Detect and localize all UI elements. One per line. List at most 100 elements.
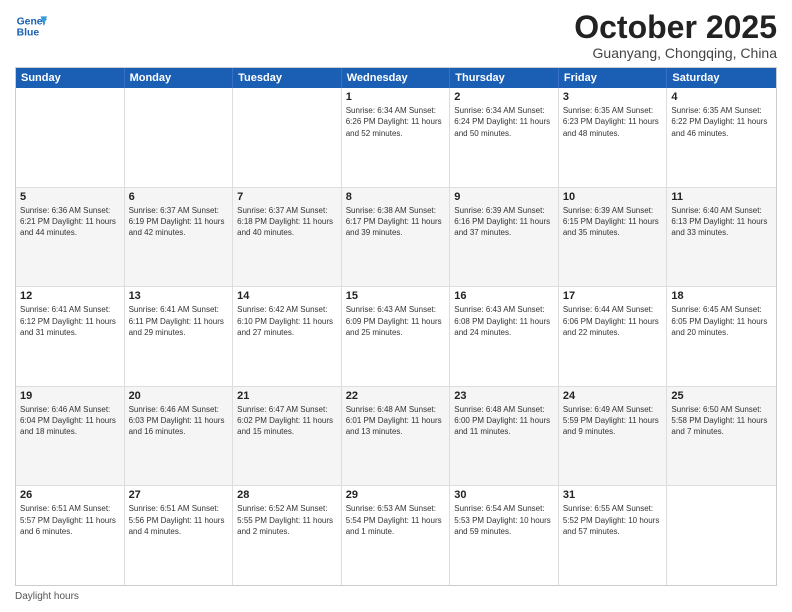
calendar-header-cell: Tuesday — [233, 68, 342, 88]
calendar-cell: 17 Sunrise: 6:44 AM Sunset: 6:06 PM Dayli… — [559, 287, 668, 386]
calendar-cell: 24 Sunrise: 6:49 AM Sunset: 5:59 PM Dayli… — [559, 387, 668, 486]
cell-info: Sunrise: 6:50 AM Sunset: 5:58 PM Dayligh… — [671, 404, 772, 438]
day-number: 17 — [563, 290, 663, 302]
calendar-cell: 12 Sunrise: 6:41 AM Sunset: 6:12 PM Dayli… — [16, 287, 125, 386]
day-number: 6 — [129, 191, 229, 203]
day-number: 14 — [237, 290, 337, 302]
calendar-cell: 20Sunrise: 6:46 AM Sunset: 6:03 PM Dayli… — [125, 387, 234, 486]
cell-info: Sunrise: 6:51 AM Sunset: 5:57 PM Dayligh… — [20, 503, 120, 537]
calendar-cell: 5 Sunrise: 6:36 AM Sunset: 6:21 PM Daylig… — [16, 188, 125, 287]
calendar-cell — [233, 88, 342, 187]
calendar-header-cell: Friday — [559, 68, 668, 88]
calendar-header-row: SundayMondayTuesdayWednesdayThursdayFrid… — [16, 68, 776, 88]
cell-info: Sunrise: 6:35 AM Sunset: 6:23 PM Dayligh… — [563, 105, 663, 139]
day-number: 23 — [454, 390, 554, 402]
calendar-header-cell: Thursday — [450, 68, 559, 88]
calendar-cell: 26 Sunrise: 6:51 AM Sunset: 5:57 PM Dayli… — [16, 486, 125, 585]
calendar-cell: 15 Sunrise: 6:43 AM Sunset: 6:09 PM Dayli… — [342, 287, 451, 386]
calendar-row: 12 Sunrise: 6:41 AM Sunset: 6:12 PM Dayli… — [16, 287, 776, 387]
calendar-row: 26 Sunrise: 6:51 AM Sunset: 5:57 PM Dayli… — [16, 486, 776, 585]
calendar-cell: 27 Sunrise: 6:51 AM Sunset: 5:56 PM Dayli… — [125, 486, 234, 585]
day-number: 25 — [671, 390, 772, 402]
day-number: 22 — [346, 390, 446, 402]
cell-info: Sunrise: 6:34 AM Sunset: 6:24 PM Dayligh… — [454, 105, 554, 139]
calendar-cell: 25 Sunrise: 6:50 AM Sunset: 5:58 PM Dayli… — [667, 387, 776, 486]
day-number: 29 — [346, 489, 446, 501]
day-number: 16 — [454, 290, 554, 302]
cell-info: Sunrise: 6:48 AM Sunset: 6:00 PM Dayligh… — [454, 404, 554, 438]
day-number: 27 — [129, 489, 229, 501]
cell-info: Sunrise: 6:49 AM Sunset: 5:59 PM Dayligh… — [563, 404, 663, 438]
cell-info: Sunrise: 6:39 AM Sunset: 6:15 PM Dayligh… — [563, 205, 663, 239]
footer-label: Daylight hours — [15, 591, 79, 602]
cell-info: Sunrise: 6:52 AM Sunset: 5:55 PM Dayligh… — [237, 503, 337, 537]
calendar-cell: 18Sunrise: 6:45 AM Sunset: 6:05 PM Dayli… — [667, 287, 776, 386]
footer: Daylight hours — [15, 591, 777, 602]
day-number: 26 — [20, 489, 120, 501]
header: General Blue October 2025 Guanyang, Chon… — [15, 10, 777, 61]
calendar-cell: 29 Sunrise: 6:53 AM Sunset: 5:54 PM Dayli… — [342, 486, 451, 585]
calendar-cell: 4 Sunrise: 6:35 AM Sunset: 6:22 PM Daylig… — [667, 88, 776, 187]
svg-text:Blue: Blue — [17, 28, 40, 39]
calendar-cell: 11 Sunrise: 6:40 AM Sunset: 6:13 PM Dayli… — [667, 188, 776, 287]
cell-info: Sunrise: 6:40 AM Sunset: 6:13 PM Dayligh… — [671, 205, 772, 239]
cell-info: Sunrise: 6:44 AM Sunset: 6:06 PM Dayligh… — [563, 304, 663, 338]
cell-info: Sunrise: 6:42 AM Sunset: 6:10 PM Dayligh… — [237, 304, 337, 338]
title-block: October 2025 Guanyang, Chongqing, China — [574, 10, 777, 61]
cell-info: Sunrise: 6:38 AM Sunset: 6:17 PM Dayligh… — [346, 205, 446, 239]
subtitle: Guanyang, Chongqing, China — [574, 45, 777, 61]
calendar-cell: 22 Sunrise: 6:48 AM Sunset: 6:01 PM Dayli… — [342, 387, 451, 486]
calendar-cell — [667, 486, 776, 585]
calendar-cell: 9Sunrise: 6:39 AM Sunset: 6:16 PM Daylig… — [450, 188, 559, 287]
day-number: 28 — [237, 489, 337, 501]
calendar-cell: 6 Sunrise: 6:37 AM Sunset: 6:19 PM Daylig… — [125, 188, 234, 287]
day-number: 5 — [20, 191, 120, 203]
calendar-cell — [125, 88, 234, 187]
cell-info: Sunrise: 6:45 AM Sunset: 6:05 PM Dayligh… — [671, 304, 772, 338]
calendar-cell: 1Sunrise: 6:34 AM Sunset: 6:26 PM Daylig… — [342, 88, 451, 187]
day-number: 24 — [563, 390, 663, 402]
cell-info: Sunrise: 6:43 AM Sunset: 6:08 PM Dayligh… — [454, 304, 554, 338]
cell-info: Sunrise: 6:37 AM Sunset: 6:19 PM Dayligh… — [129, 205, 229, 239]
calendar-cell: 13 Sunrise: 6:41 AM Sunset: 6:11 PM Dayli… — [125, 287, 234, 386]
day-number: 2 — [454, 91, 554, 103]
calendar-body: 1Sunrise: 6:34 AM Sunset: 6:26 PM Daylig… — [16, 88, 776, 585]
day-number: 4 — [671, 91, 772, 103]
calendar-cell — [16, 88, 125, 187]
cell-info: Sunrise: 6:43 AM Sunset: 6:09 PM Dayligh… — [346, 304, 446, 338]
calendar-cell: 21Sunrise: 6:47 AM Sunset: 6:02 PM Dayli… — [233, 387, 342, 486]
cell-info: Sunrise: 6:53 AM Sunset: 5:54 PM Dayligh… — [346, 503, 446, 537]
cell-info: Sunrise: 6:35 AM Sunset: 6:22 PM Dayligh… — [671, 105, 772, 139]
cell-info: Sunrise: 6:46 AM Sunset: 6:04 PM Dayligh… — [20, 404, 120, 438]
day-number: 11 — [671, 191, 772, 203]
calendar-cell: 19Sunrise: 6:46 AM Sunset: 6:04 PM Dayli… — [16, 387, 125, 486]
cell-info: Sunrise: 6:51 AM Sunset: 5:56 PM Dayligh… — [129, 503, 229, 537]
calendar-header-cell: Saturday — [667, 68, 776, 88]
cell-info: Sunrise: 6:41 AM Sunset: 6:11 PM Dayligh… — [129, 304, 229, 338]
cell-info: Sunrise: 6:37 AM Sunset: 6:18 PM Dayligh… — [237, 205, 337, 239]
day-number: 15 — [346, 290, 446, 302]
day-number: 10 — [563, 191, 663, 203]
calendar-row: 1Sunrise: 6:34 AM Sunset: 6:26 PM Daylig… — [16, 88, 776, 188]
main-title: October 2025 — [574, 10, 777, 45]
day-number: 1 — [346, 91, 446, 103]
cell-info: Sunrise: 6:41 AM Sunset: 6:12 PM Dayligh… — [20, 304, 120, 338]
logo-icon: General Blue — [15, 10, 47, 42]
day-number: 12 — [20, 290, 120, 302]
cell-info: Sunrise: 6:39 AM Sunset: 6:16 PM Dayligh… — [454, 205, 554, 239]
day-number: 30 — [454, 489, 554, 501]
day-number: 13 — [129, 290, 229, 302]
calendar-row: 5 Sunrise: 6:36 AM Sunset: 6:21 PM Daylig… — [16, 188, 776, 288]
calendar-cell: 31 Sunrise: 6:55 AM Sunset: 5:52 PM Dayli… — [559, 486, 668, 585]
day-number: 7 — [237, 191, 337, 203]
day-number: 31 — [563, 489, 663, 501]
day-number: 20 — [129, 390, 229, 402]
day-number: 3 — [563, 91, 663, 103]
calendar-header-cell: Sunday — [16, 68, 125, 88]
cell-info: Sunrise: 6:55 AM Sunset: 5:52 PM Dayligh… — [563, 503, 663, 537]
calendar-cell: 23 Sunrise: 6:48 AM Sunset: 6:00 PM Dayli… — [450, 387, 559, 486]
cell-info: Sunrise: 6:48 AM Sunset: 6:01 PM Dayligh… — [346, 404, 446, 438]
cell-info: Sunrise: 6:36 AM Sunset: 6:21 PM Dayligh… — [20, 205, 120, 239]
cell-info: Sunrise: 6:47 AM Sunset: 6:02 PM Dayligh… — [237, 404, 337, 438]
calendar-cell: 7 Sunrise: 6:37 AM Sunset: 6:18 PM Daylig… — [233, 188, 342, 287]
